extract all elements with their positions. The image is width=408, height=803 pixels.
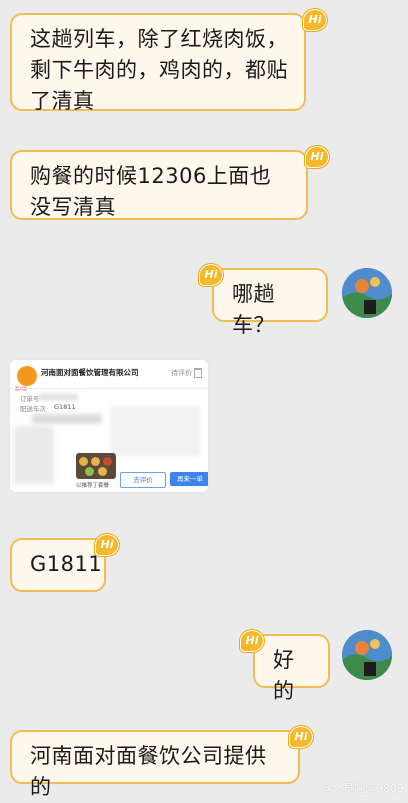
redaction-blur	[38, 394, 78, 400]
reorder-button[interactable]: 再来一单	[170, 472, 208, 486]
redaction-blur	[110, 406, 200, 456]
message-bubble-5[interactable]: 好的	[253, 634, 330, 703]
hi-badge-icon: Hi	[240, 630, 264, 652]
watermark: @会员吧@9809	[321, 782, 404, 795]
message-text-2: 购餐的时候12306上面也没写清真	[30, 164, 272, 219]
message-bubble-1[interactable]: 这趟列车，除了红烧肉饭，剩下牛肉的，鸡肉的，都贴了清真	[10, 13, 306, 113]
message-bubble-4[interactable]: G1811	[10, 538, 106, 592]
avatar[interactable]	[342, 268, 392, 318]
divider	[10, 388, 208, 389]
message-bubble-2[interactable]: 购餐的时候12306上面也没写清真	[10, 150, 308, 220]
message-bubble-3[interactable]: 哪趟车？	[212, 268, 328, 337]
order-number-label: 订单号	[20, 395, 40, 403]
avatar[interactable]	[342, 630, 392, 680]
hi-badge-icon: Hi	[199, 264, 223, 286]
redaction-blur	[14, 426, 54, 484]
delivery-train-label: 配送车次	[20, 405, 46, 413]
meal-description: 以推荐丁套餐	[76, 483, 110, 489]
order-card-image[interactable]: 面对面 河南面对面餐饮管理有限公司 待评价 订单号 配送车次 G1811 以推荐…	[10, 360, 208, 492]
trash-icon[interactable]	[194, 368, 202, 378]
hi-badge-icon: Hi	[289, 726, 313, 748]
message-text-3: 哪趟车？	[232, 282, 275, 337]
hi-badge-icon: Hi	[303, 9, 327, 31]
message-bubble-6[interactable]: 河南面对面餐饮公司提供的	[10, 730, 300, 799]
message-text-6: 河南面对面餐饮公司提供的	[30, 744, 267, 799]
message-text-5: 好的	[273, 648, 295, 703]
hi-badge-icon: Hi	[305, 146, 329, 168]
meal-thumbnail	[76, 453, 116, 479]
message-text-1: 这趟列车，除了红烧肉饭，剩下牛肉的，鸡肉的，都贴了清真	[30, 27, 288, 113]
avatar-image	[342, 268, 392, 318]
avatar-image	[342, 630, 392, 680]
logo-text: 面对面	[15, 386, 27, 392]
hi-badge-icon: Hi	[95, 534, 119, 556]
review-button[interactable]: 去评价	[120, 472, 166, 488]
order-status: 待评价	[171, 369, 192, 377]
shop-name: 河南面对面餐饮管理有限公司	[41, 368, 139, 377]
shop-logo-icon	[17, 366, 37, 386]
redaction-blur	[32, 414, 102, 424]
delivery-train-value: G1811	[54, 403, 76, 411]
message-text-4: G1811	[30, 552, 103, 576]
